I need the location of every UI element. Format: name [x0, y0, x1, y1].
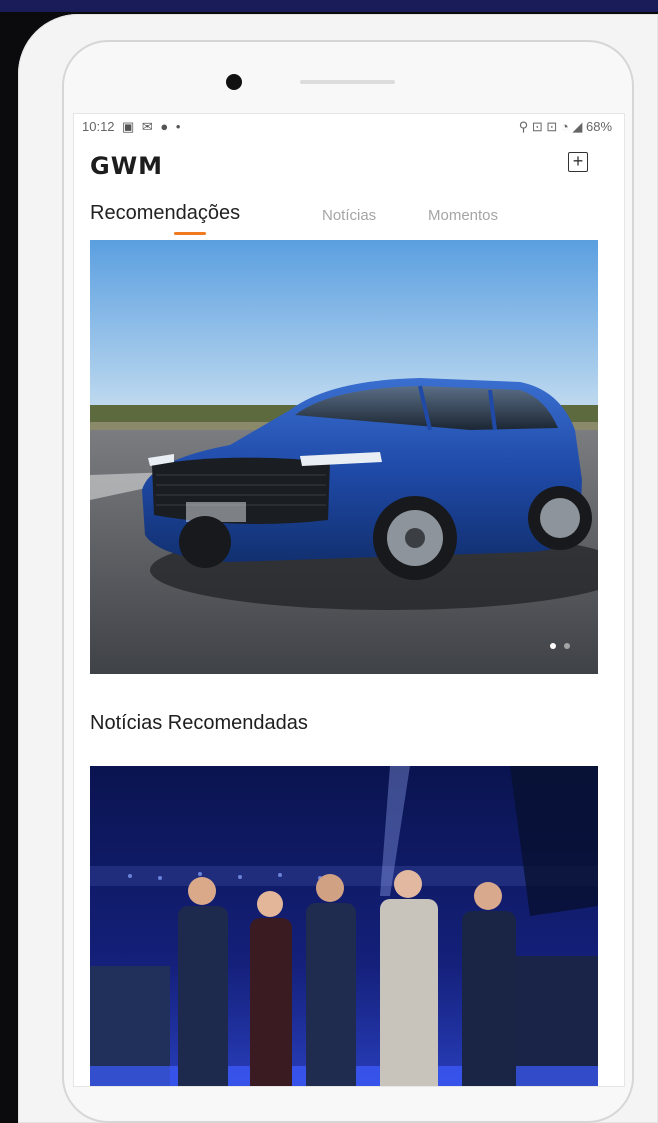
blue-suv-photo [90, 240, 598, 674]
carousel-dots [546, 636, 570, 654]
carousel-dot-active[interactable] [549, 643, 556, 649]
front-camera [226, 74, 242, 90]
app-header: GWM + [74, 148, 624, 182]
status-bar: 10:12 ▣ ✉ ● • ⚲ ⊡ ⊡ ◔ ◢ 68% [74, 114, 624, 140]
window-top-border [0, 0, 658, 12]
active-tab-indicator [174, 232, 206, 235]
group-photo-at-night-event [90, 766, 598, 1086]
plus-square-icon[interactable]: + [568, 152, 588, 172]
phone-bottom-bezel [74, 1086, 624, 1092]
tab-momentos[interactable]: Momentos [428, 207, 498, 224]
section-title-noticias-recomendadas: Notícias Recomendadas [90, 712, 308, 734]
app-screen: 10:12 ▣ ✉ ● • ⚲ ⊡ ⊡ ◔ ◢ 68% GWM + Recome… [74, 114, 624, 1086]
gwm-logo: GWM [90, 152, 164, 180]
hero-banner[interactable] [90, 240, 598, 674]
notification-icons: ▣ ✉ ● • [122, 119, 183, 134]
earpiece-speaker [300, 80, 395, 84]
carousel-dot[interactable] [564, 643, 570, 649]
news-card-image[interactable] [90, 766, 598, 1086]
tab-noticias[interactable]: Notícias [322, 207, 376, 224]
status-time: 10:12 [82, 119, 115, 134]
status-right-icons: ⚲ ⊡ ⊡ ◔ ◢ 68% [518, 119, 612, 134]
tab-recomendacoes[interactable]: Recomendações [90, 202, 240, 225]
